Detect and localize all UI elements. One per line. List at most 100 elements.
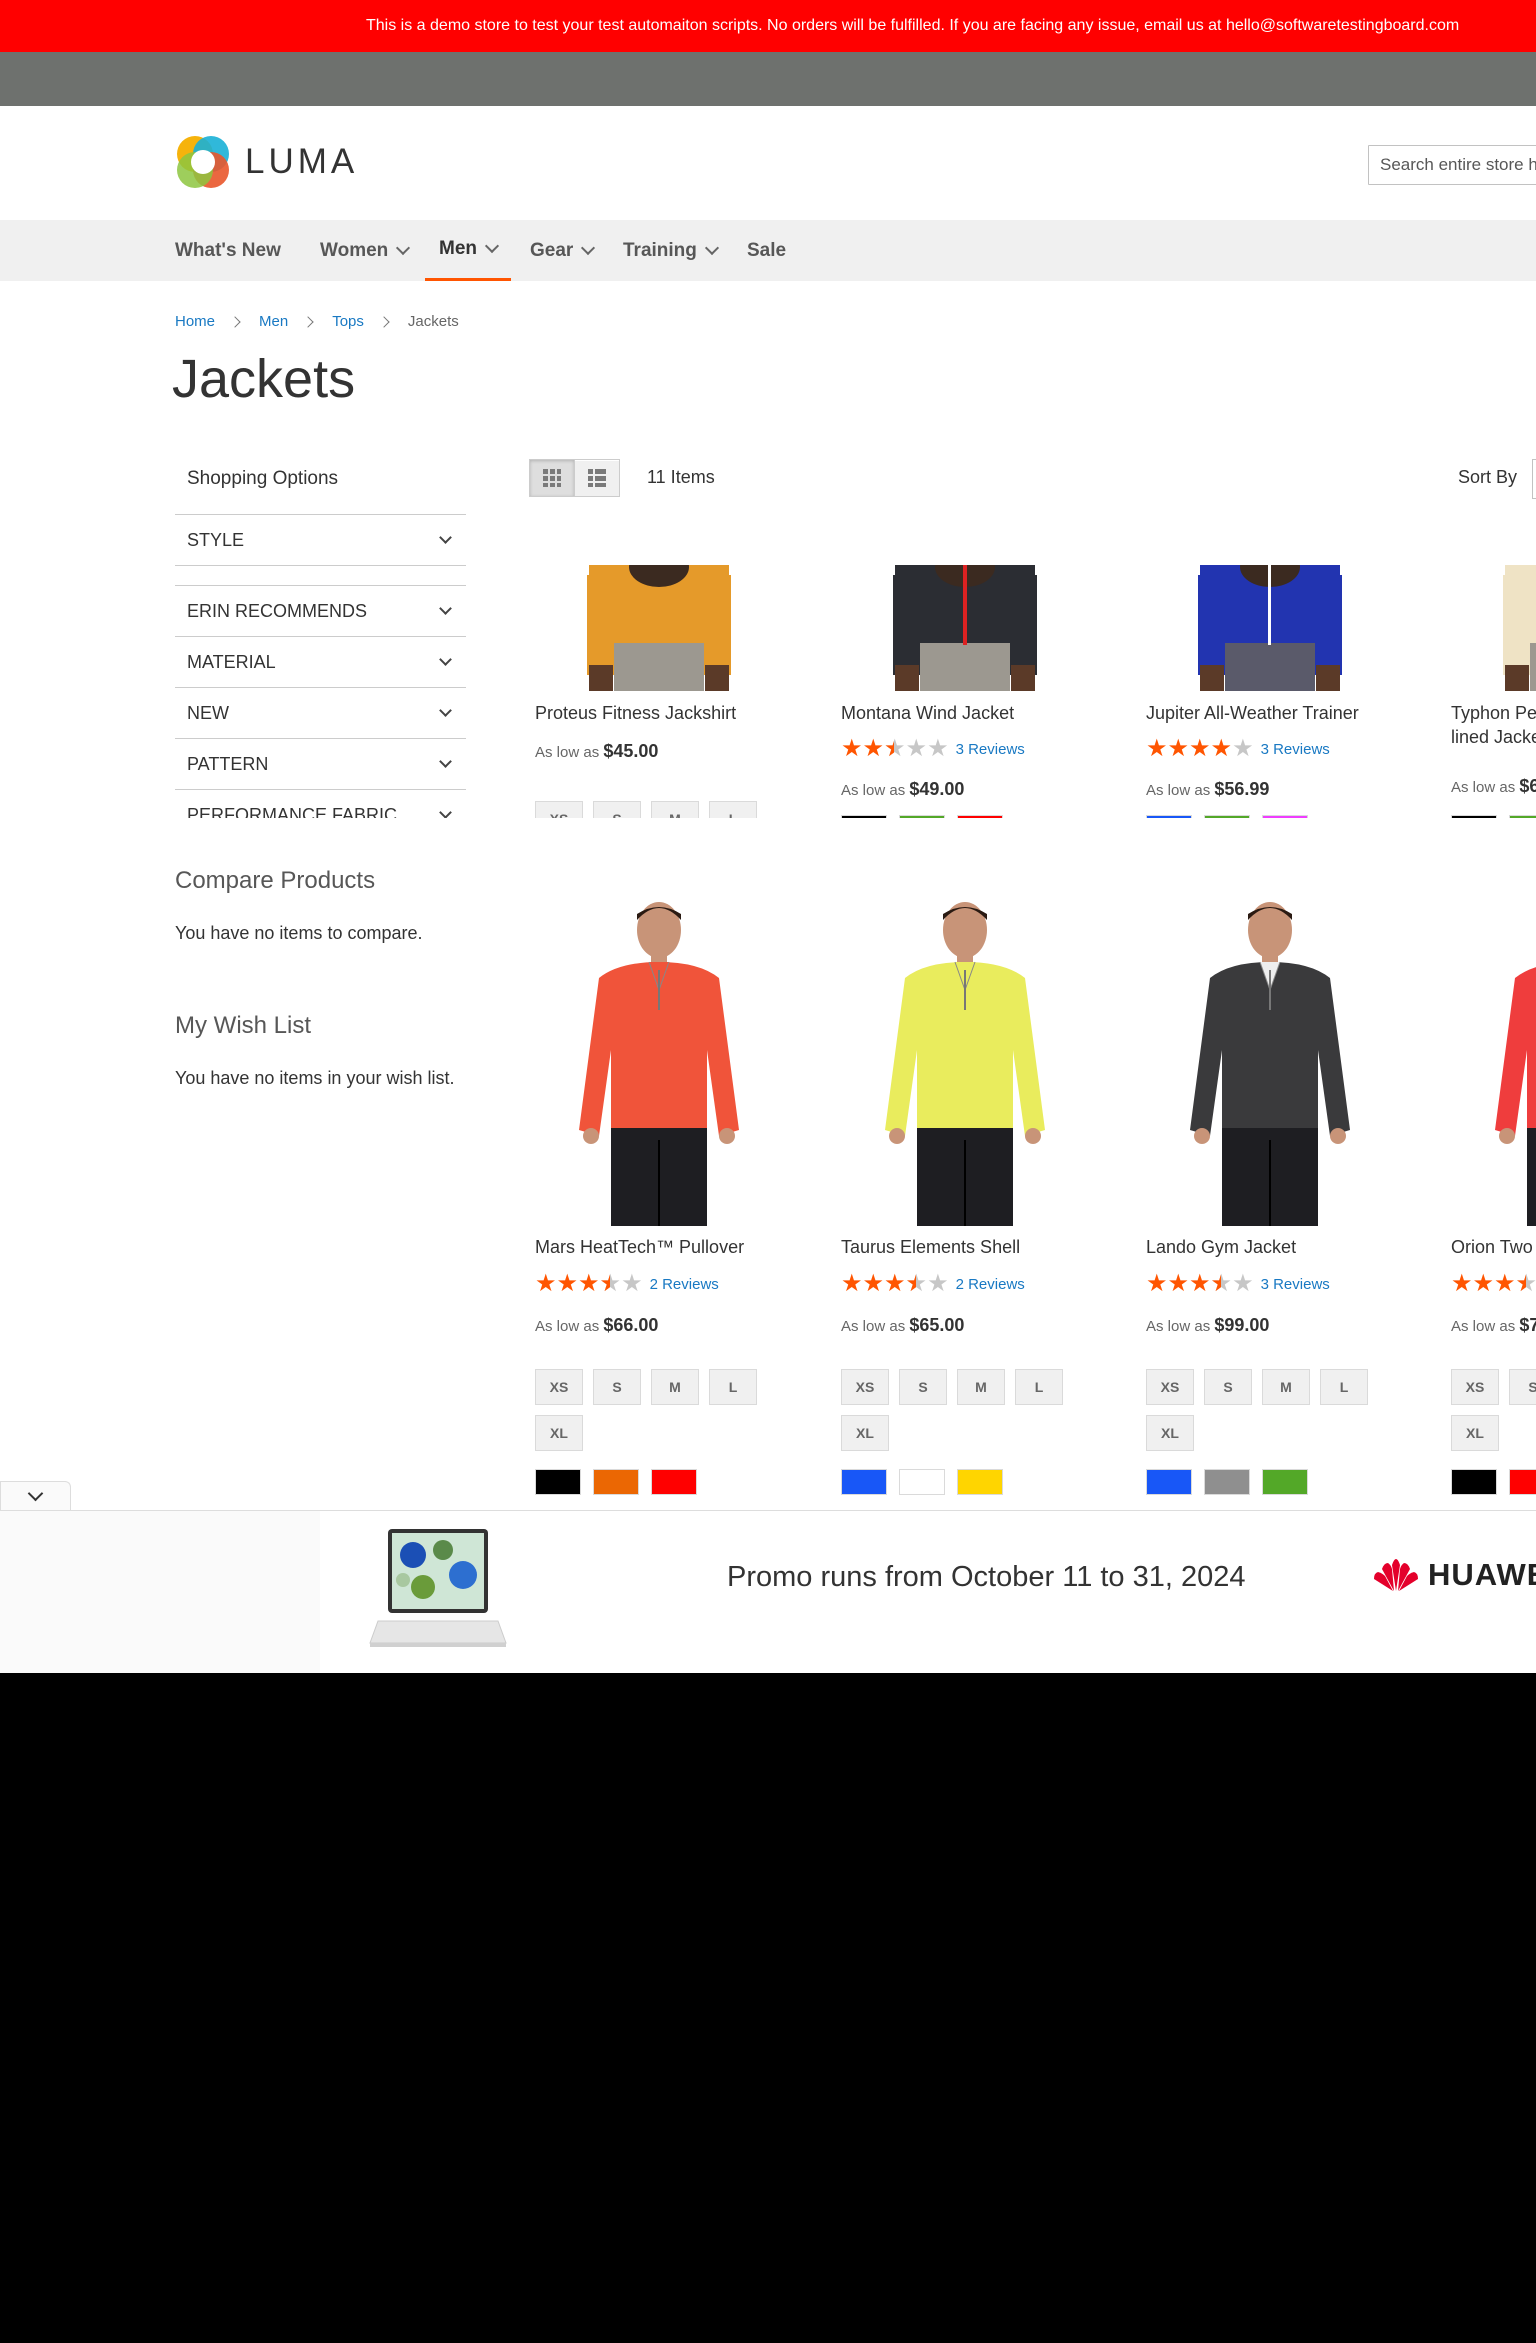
product-rating: ★★★★★2 Reviews [841, 1272, 1025, 1297]
size-option[interactable]: S [593, 1369, 641, 1405]
filter-new[interactable]: NEW [175, 687, 466, 738]
color-option[interactable] [651, 1469, 697, 1495]
nav-item-men[interactable]: Men [425, 220, 511, 281]
filter-erin-recommends[interactable]: ERIN RECOMMENDS [175, 585, 466, 636]
size-option[interactable]: XS [535, 801, 583, 818]
color-option[interactable] [1509, 815, 1536, 818]
color-option[interactable] [1451, 1469, 1497, 1495]
sort-select[interactable] [1532, 459, 1536, 499]
size-option[interactable]: M [1262, 1369, 1310, 1405]
color-option[interactable] [957, 1469, 1003, 1495]
product-name-line: lined Jacke [1451, 727, 1536, 747]
size-option[interactable]: S [899, 1369, 947, 1405]
nav-item-whats-new[interactable]: What's New [175, 220, 281, 281]
color-option[interactable] [1262, 1469, 1308, 1495]
reviews-link[interactable]: 3 Reviews [956, 741, 1025, 758]
nav-item-sale[interactable]: Sale [747, 220, 786, 281]
product-image[interactable] [1140, 900, 1400, 1226]
grid-view-button[interactable] [529, 459, 575, 497]
color-option[interactable] [841, 815, 887, 818]
product-name[interactable]: Typhon Pe lined Jacke [1451, 701, 1536, 749]
size-option[interactable]: XS [535, 1369, 583, 1405]
color-option[interactable] [1204, 1469, 1250, 1495]
store-logo[interactable]: LUMA [175, 134, 358, 190]
product-name[interactable]: Proteus Fitness Jackshirt [535, 701, 736, 725]
reviews-link[interactable]: 2 Reviews [650, 1276, 719, 1293]
product-card[interactable]: Montana Wind Jacket★★★★★3 ReviewsAs low … [835, 565, 1095, 818]
reviews-link[interactable]: 3 Reviews [1261, 1276, 1330, 1293]
filter-material[interactable]: MATERIAL [175, 636, 466, 687]
filter-style[interactable]: STYLE [175, 514, 466, 565]
size-option[interactable]: XL [535, 1415, 583, 1451]
filter-performance-fabric[interactable]: PERFORMANCE FABRIC [175, 789, 466, 818]
color-option[interactable] [1204, 815, 1250, 818]
size-option[interactable]: S [1509, 1369, 1536, 1405]
list-view-button[interactable] [574, 459, 620, 497]
product-card[interactable]: Typhon Pe lined Jacke As low as $6 [1445, 565, 1536, 818]
size-option[interactable]: L [709, 801, 757, 818]
price-amount: $65.00 [909, 1315, 965, 1335]
color-option[interactable] [1146, 1469, 1192, 1495]
color-option[interactable] [899, 815, 945, 818]
color-option[interactable] [1509, 1469, 1536, 1495]
size-option[interactable]: L [709, 1369, 757, 1405]
product-card[interactable]: Taurus Elements Shell★★★★★2 ReviewsAs lo… [835, 900, 1095, 1500]
product-name[interactable]: Jupiter All-Weather Trainer [1146, 701, 1359, 725]
breadcrumb-home[interactable]: Home [175, 313, 215, 330]
product-image[interactable] [529, 565, 789, 691]
product-image[interactable] [1445, 900, 1536, 1226]
size-option[interactable]: M [651, 1369, 699, 1405]
reviews-link[interactable]: 2 Reviews [956, 1276, 1025, 1293]
ad-collapse-button[interactable] [0, 1481, 71, 1511]
nav-item-women[interactable]: Women [320, 220, 411, 281]
product-name[interactable]: Lando Gym Jacket [1146, 1235, 1296, 1259]
chevron-right-icon [378, 315, 390, 328]
color-option[interactable] [535, 1469, 581, 1495]
breadcrumb-tops[interactable]: Tops [332, 313, 364, 330]
size-option[interactable]: M [957, 1369, 1005, 1405]
size-option[interactable]: S [1204, 1369, 1252, 1405]
product-name[interactable]: Montana Wind Jacket [841, 701, 1014, 725]
product-image[interactable] [1445, 565, 1536, 691]
size-option[interactable]: XL [1451, 1415, 1499, 1451]
size-option[interactable]: L [1015, 1369, 1063, 1405]
product-card[interactable]: Orion Two ★ ★ ★ ★ ★ As low as $7 XS S XL [1445, 900, 1536, 1500]
product-image[interactable] [835, 565, 1095, 691]
color-option[interactable] [899, 1469, 945, 1495]
product-image[interactable] [529, 900, 789, 1226]
product-image[interactable] [1140, 565, 1400, 691]
reviews-link[interactable]: 3 Reviews [1261, 741, 1330, 758]
color-option[interactable] [593, 1469, 639, 1495]
nav-item-training[interactable]: Training [623, 220, 719, 281]
size-option[interactable]: L [1320, 1369, 1368, 1405]
size-option[interactable]: XL [1146, 1415, 1194, 1451]
size-option[interactable]: XS [1451, 1369, 1499, 1405]
nav-item-gear[interactable]: Gear [530, 220, 596, 281]
size-option[interactable]: S [593, 801, 641, 818]
color-option[interactable] [1262, 815, 1308, 818]
size-option[interactable]: XS [1146, 1369, 1194, 1405]
product-card[interactable]: Proteus Fitness Jackshirt As low as $45.0… [529, 565, 789, 818]
color-option[interactable] [1146, 815, 1192, 818]
color-option[interactable] [841, 1469, 887, 1495]
size-option[interactable]: M [651, 801, 699, 818]
color-option[interactable] [957, 815, 1003, 818]
breadcrumb-men[interactable]: Men [259, 313, 288, 330]
search-input[interactable]: Search entire store here... [1368, 145, 1536, 185]
product-name[interactable]: Orion Two [1451, 1235, 1533, 1259]
product-name[interactable]: Taurus Elements Shell [841, 1235, 1020, 1259]
breadcrumb: Home Men Tops Jackets [175, 313, 459, 330]
product-name[interactable]: Mars HeatTech™ Pullover [535, 1235, 744, 1259]
color-option[interactable] [1451, 815, 1497, 818]
size-option[interactable]: XL [841, 1415, 889, 1451]
size-option[interactable]: XS [841, 1369, 889, 1405]
ad-creative[interactable]: Promo runs from October 11 to 31, 2024 H… [320, 1511, 1536, 1673]
filter-pattern[interactable]: PATTERN [175, 738, 466, 789]
product-card[interactable]: Jupiter All-Weather Trainer ★ ★ ★ ★ ★ 3 Review… [1140, 565, 1400, 818]
huawei-logo-icon [1374, 1559, 1418, 1591]
chevron-down-icon [396, 240, 411, 255]
product-card[interactable]: Mars HeatTech™ Pullover★★★★★2 ReviewsAs … [529, 900, 789, 1500]
filter-list-scroll[interactable]: Shopping Options STYLE ERIN RECOMMENDS M… [175, 452, 466, 818]
product-image[interactable] [835, 900, 1095, 1226]
product-card[interactable]: Lando Gym Jacket★★★★★3 ReviewsAs low as … [1140, 900, 1400, 1500]
